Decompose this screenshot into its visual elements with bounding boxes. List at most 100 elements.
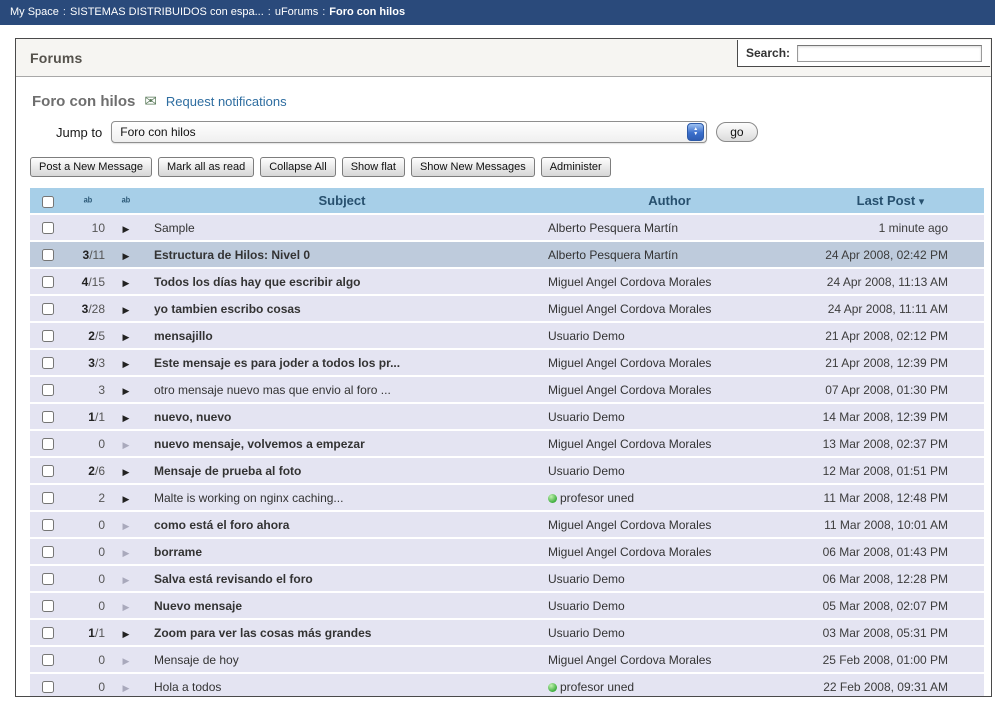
thread-subject-link[interactable]: Nuevo mensaje <box>154 599 242 613</box>
table-row[interactable]: 2 ▶ Malte is working on nginx caching...… <box>30 485 984 510</box>
thread-subject-link[interactable]: yo tambien escribo cosas <box>154 302 301 316</box>
expand-arrow-icon[interactable]: ▶ <box>123 521 130 531</box>
reply-count-cell: 0 <box>66 566 110 591</box>
table-row[interactable]: 1/1 ▶ Zoom para ver las cosas más grande… <box>30 620 984 645</box>
row-checkbox[interactable] <box>42 492 54 504</box>
thread-subject-link[interactable]: Todos los días hay que escribir algo <box>154 275 361 289</box>
table-row[interactable]: 3/3 ▶ Este mensaje es para joder a todos… <box>30 350 984 375</box>
post-new-message-button[interactable]: Post a New Message <box>30 157 152 177</box>
expand-arrow-icon[interactable]: ▶ <box>123 683 130 693</box>
expand-arrow-icon[interactable]: ▶ <box>123 602 130 612</box>
show-new-messages-button[interactable]: Show New Messages <box>411 157 535 177</box>
expand-arrow-icon[interactable]: ▶ <box>123 224 130 234</box>
expand-cell: ▶ <box>110 674 142 697</box>
expand-arrow-icon[interactable]: ▶ <box>123 575 130 585</box>
sort-threads-icon[interactable]: ᵃᵇ <box>122 196 130 208</box>
row-checkbox[interactable] <box>42 573 54 585</box>
row-checkbox[interactable] <box>42 222 54 234</box>
table-row[interactable]: 0 ▶ Salva está revisando el foro Usuario… <box>30 566 984 591</box>
thread-subject-link[interactable]: otro mensaje nuevo mas que envio al foro… <box>154 383 391 397</box>
row-checkbox[interactable] <box>42 276 54 288</box>
row-checkbox[interactable] <box>42 654 54 666</box>
request-notifications-link[interactable]: Request notifications <box>166 94 287 109</box>
show-flat-button[interactable]: Show flat <box>342 157 405 177</box>
table-row[interactable]: 0 ▶ Mensaje de hoy Miguel Angel Cordova … <box>30 647 984 672</box>
expand-arrow-icon[interactable]: ▶ <box>123 494 130 504</box>
table-row[interactable]: 3/11 ▶ Estructura de Hilos: Nivel 0 Albe… <box>30 242 984 267</box>
thread-subject-link[interactable]: Hola a todos <box>154 680 221 694</box>
thread-last-post: 03 Mar 2008, 05:31 PM <box>823 626 948 640</box>
row-checkbox[interactable] <box>42 438 54 450</box>
reply-count-cell: 3/11 <box>66 242 110 267</box>
breadcrumb-item-uforums[interactable]: uForums <box>275 6 318 18</box>
thread-subject-link[interactable]: Malte is working on nginx caching... <box>154 491 343 505</box>
table-row[interactable]: 0 ▶ nuevo mensaje, volvemos a empezar Mi… <box>30 431 984 456</box>
subject-column-header[interactable]: Subject <box>142 188 542 213</box>
row-checkbox[interactable] <box>42 519 54 531</box>
thread-subject-link[interactable]: nuevo, nuevo <box>154 410 231 424</box>
table-row[interactable]: 2/5 ▶ mensajillo Usuario Demo 21 Apr 200… <box>30 323 984 348</box>
thread-subject-link[interactable]: nuevo mensaje, volvemos a empezar <box>154 437 365 451</box>
mark-all-read-button[interactable]: Mark all as read <box>158 157 254 177</box>
thread-subject-link[interactable]: borrame <box>154 545 202 559</box>
thread-subject-link[interactable]: Mensaje de hoy <box>154 653 239 667</box>
thread-subject-link[interactable]: como está el foro ahora <box>154 518 289 532</box>
table-row[interactable]: 0 ▶ Nuevo mensaje Usuario Demo 05 Mar 20… <box>30 593 984 618</box>
thread-author: Miguel Angel Cordova Morales <box>548 545 711 559</box>
expand-arrow-icon[interactable]: ▶ <box>123 413 130 423</box>
expand-arrow-icon[interactable]: ▶ <box>123 656 130 666</box>
expand-arrow-icon[interactable]: ▶ <box>123 278 130 288</box>
table-row[interactable]: 3 ▶ otro mensaje nuevo mas que envio al … <box>30 377 984 402</box>
row-checkbox[interactable] <box>42 330 54 342</box>
expand-arrow-icon[interactable]: ▶ <box>123 332 130 342</box>
expand-arrow-icon[interactable]: ▶ <box>123 251 130 261</box>
row-checkbox[interactable] <box>42 384 54 396</box>
table-row[interactable]: 0 ▶ como está el foro ahora Miguel Angel… <box>30 512 984 537</box>
row-checkbox[interactable] <box>42 465 54 477</box>
row-checkbox[interactable] <box>42 411 54 423</box>
thread-author: profesor uned <box>560 680 634 694</box>
expand-arrow-icon[interactable]: ▶ <box>123 629 130 639</box>
row-checkbox[interactable] <box>42 249 54 261</box>
expand-arrow-icon[interactable]: ▶ <box>123 359 130 369</box>
lastpost-column-header[interactable]: Last Post ▾ <box>797 188 984 213</box>
thread-subject-link[interactable]: Zoom para ver las cosas más grandes <box>154 626 371 640</box>
expand-arrow-icon[interactable]: ▶ <box>123 548 130 558</box>
table-row[interactable]: 3/28 ▶ yo tambien escribo cosas Miguel A… <box>30 296 984 321</box>
expand-arrow-icon[interactable]: ▶ <box>123 305 130 315</box>
jump-to-select[interactable]: Foro con hilos ▲ ▼ <box>111 121 707 143</box>
table-row[interactable]: 0 ▶ Hola a todos profesor uned 22 Feb 20… <box>30 674 984 697</box>
collapse-all-button[interactable]: Collapse All <box>260 157 335 177</box>
sort-messages-icon[interactable]: ᵃᵇ <box>84 196 92 208</box>
thread-subject-link[interactable]: mensajillo <box>154 329 213 343</box>
table-row[interactable]: 1/1 ▶ nuevo, nuevo Usuario Demo 14 Mar 2… <box>30 404 984 429</box>
expand-arrow-icon[interactable]: ▶ <box>123 386 130 396</box>
breadcrumb-item-myspace[interactable]: My Space <box>10 6 59 18</box>
row-checkbox[interactable] <box>42 627 54 639</box>
thread-subject-link[interactable]: Sample <box>154 221 195 235</box>
go-button[interactable]: go <box>716 122 757 142</box>
expand-cell: ▶ <box>110 647 142 672</box>
thread-subject-link[interactable]: Mensaje de prueba al foto <box>154 464 301 478</box>
row-checkbox[interactable] <box>42 303 54 315</box>
table-row[interactable]: 4/15 ▶ Todos los días hay que escribir a… <box>30 269 984 294</box>
subject-cell: otro mensaje nuevo mas que envio al foro… <box>142 377 542 402</box>
row-checkbox[interactable] <box>42 681 54 693</box>
row-checkbox[interactable] <box>42 546 54 558</box>
row-checkbox[interactable] <box>42 357 54 369</box>
administer-button[interactable]: Administer <box>541 157 611 177</box>
expand-arrow-icon[interactable]: ▶ <box>123 440 130 450</box>
table-row[interactable]: 10 ▶ Sample Alberto Pesquera Martín 1 mi… <box>30 215 984 240</box>
author-column-header[interactable]: Author <box>542 188 797 213</box>
thread-subject-link[interactable]: Este mensaje es para joder a todos los p… <box>154 356 400 370</box>
expand-arrow-icon[interactable]: ▶ <box>123 467 130 477</box>
table-row[interactable]: 0 ▶ borrame Miguel Angel Cordova Morales… <box>30 539 984 564</box>
row-checkbox[interactable] <box>42 600 54 612</box>
sort-direction-icon: ▾ <box>919 196 925 208</box>
search-input[interactable] <box>797 45 982 62</box>
thread-subject-link[interactable]: Salva está revisando el foro <box>154 572 313 586</box>
select-all-checkbox[interactable] <box>42 196 54 208</box>
breadcrumb-item-course[interactable]: SISTEMAS DISTRIBUIDOS con espa... <box>70 6 264 18</box>
table-row[interactable]: 2/6 ▶ Mensaje de prueba al foto Usuario … <box>30 458 984 483</box>
thread-subject-link[interactable]: Estructura de Hilos: Nivel 0 <box>154 248 310 262</box>
